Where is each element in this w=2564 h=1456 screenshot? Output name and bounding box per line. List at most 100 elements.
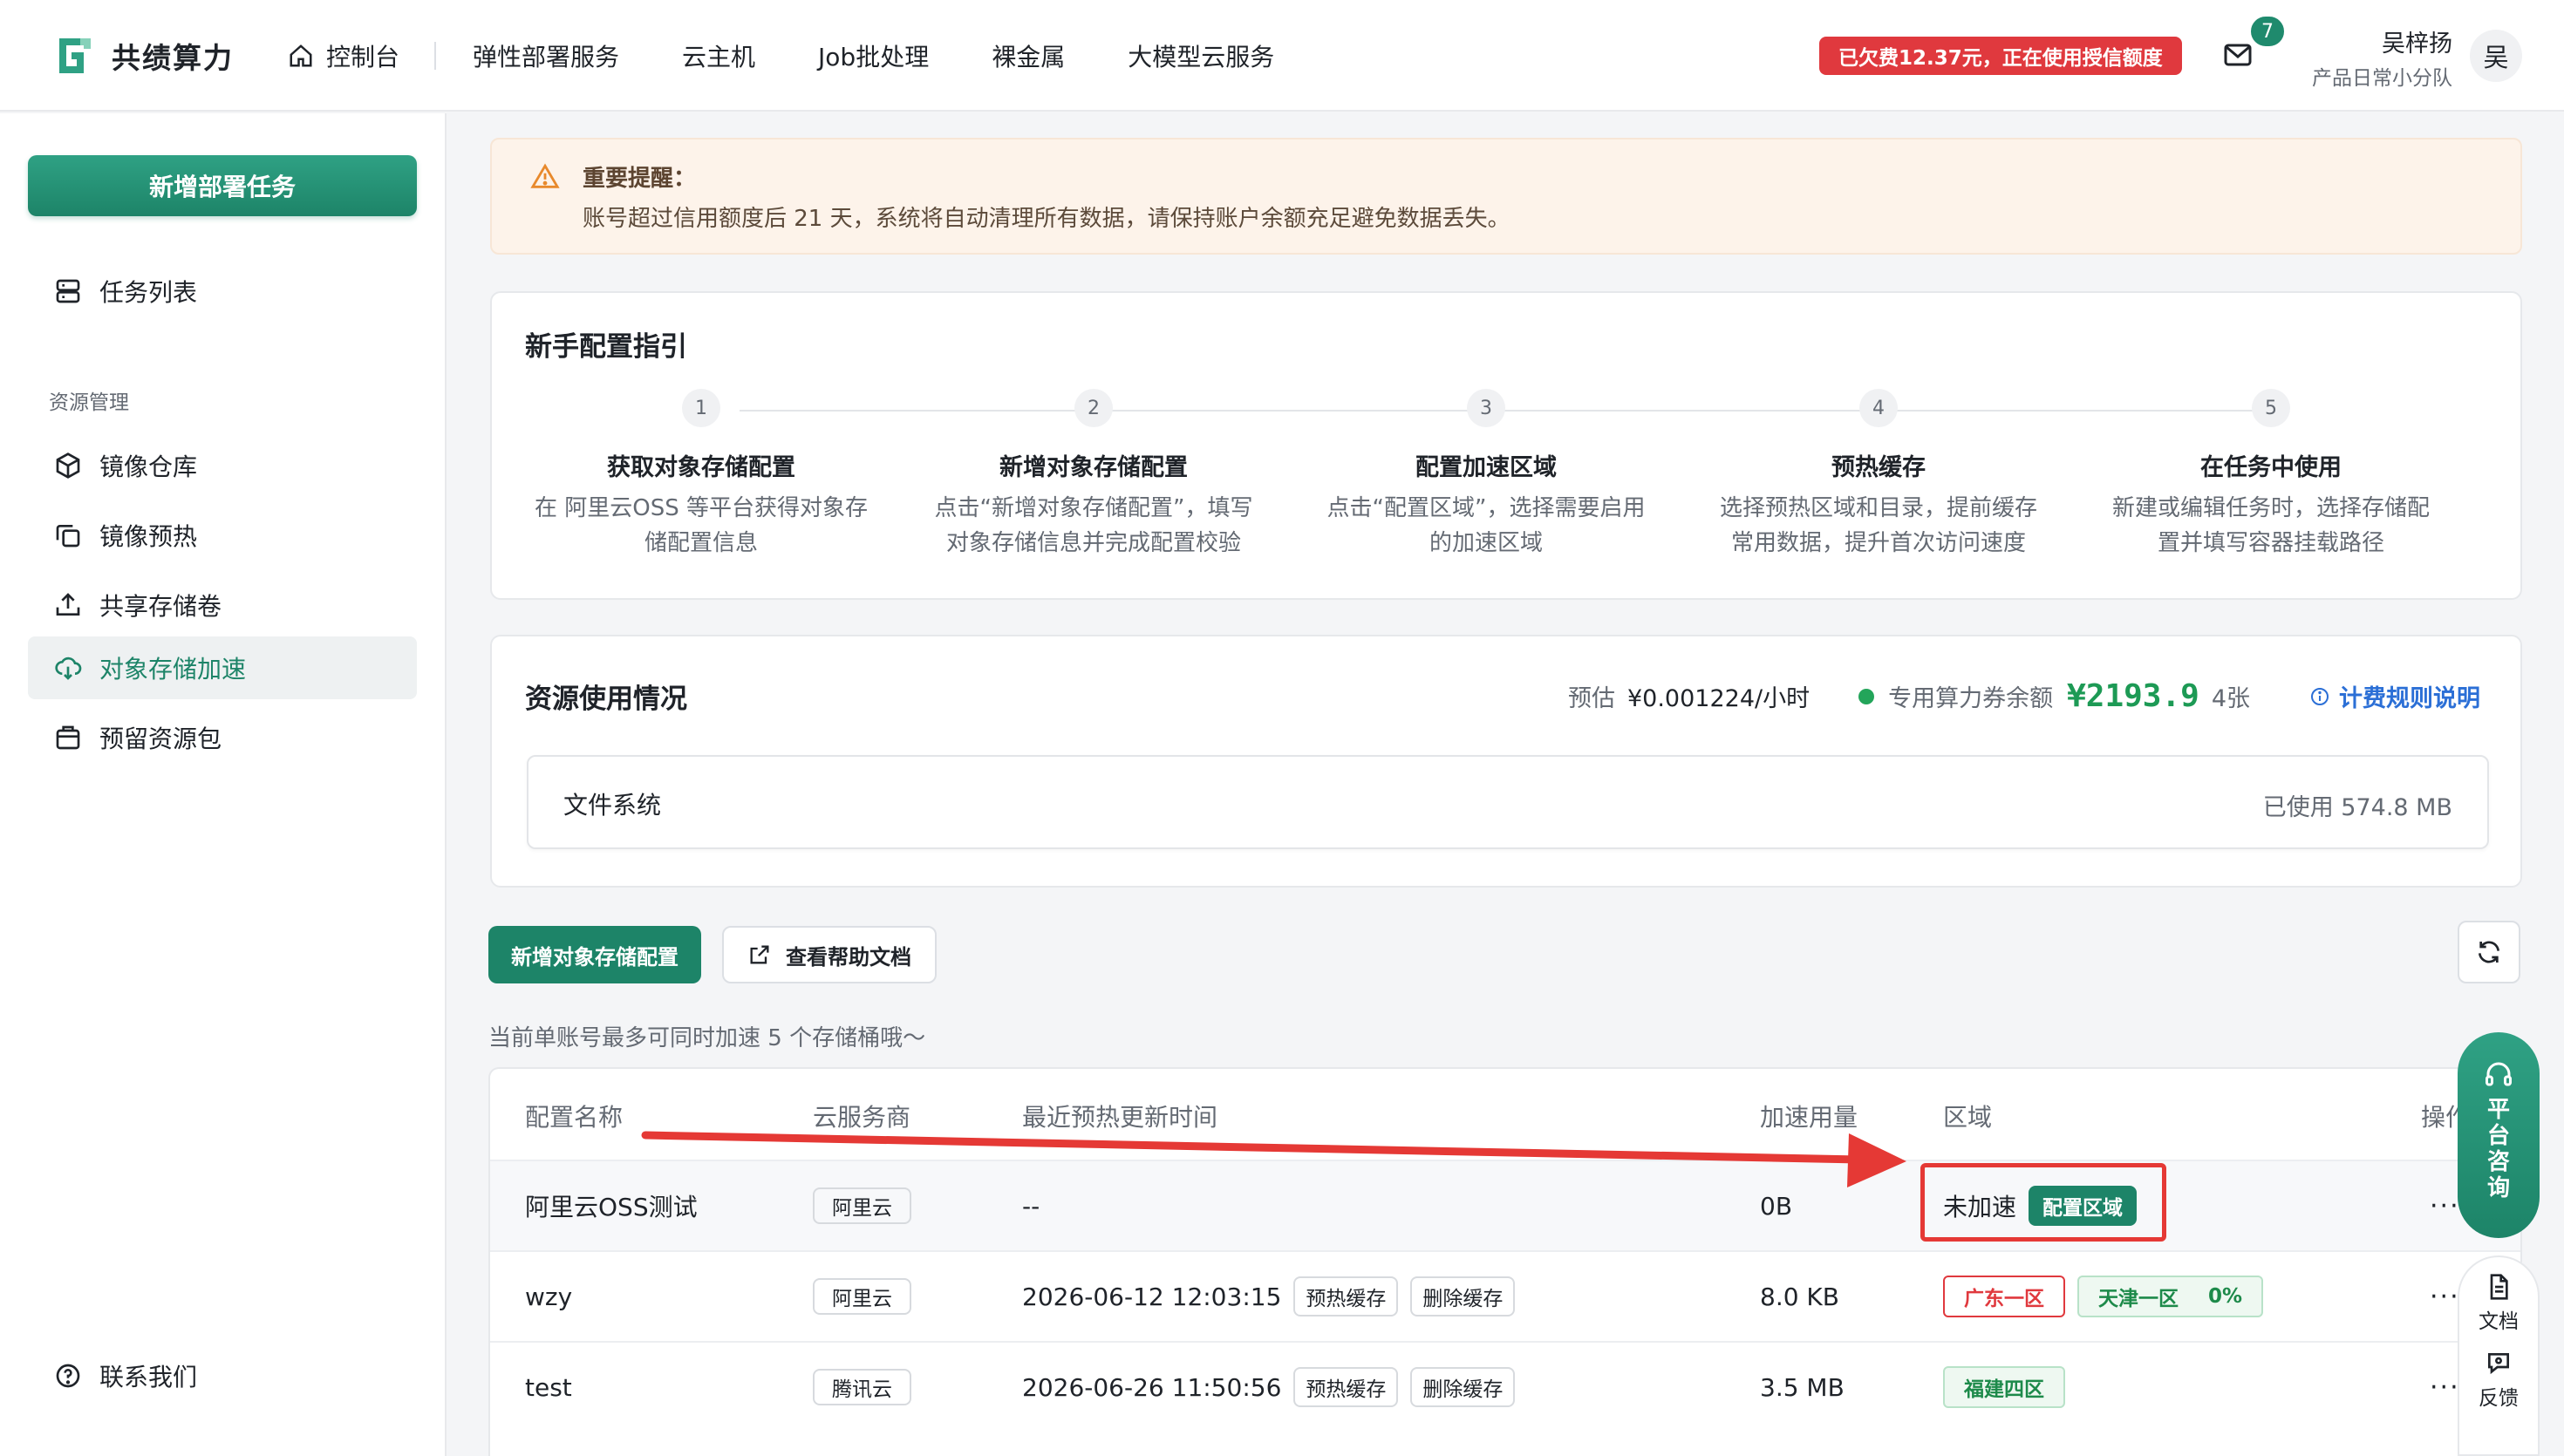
top-bar: 共绩算力 控制台 弹性部署服务 云主机 Job批处理 裸金属 大模型云服务 已欠… — [0, 0, 2564, 112]
help-circle-icon — [56, 1364, 80, 1388]
sidebar-item-image-preheat[interactable]: 镜像预热 — [28, 504, 417, 567]
voucher-count: 4张 — [2211, 685, 2250, 712]
accel-usage: 8.0 KB — [1760, 1282, 1839, 1311]
delete-cache-button[interactable]: 删除缓存 — [1410, 1276, 1516, 1317]
step-number: 3 — [1467, 389, 1505, 427]
sidebar-item-contact[interactable]: 联系我们 — [28, 1344, 417, 1407]
help-doc-button[interactable]: 查看帮助文档 — [722, 926, 937, 983]
sidebar-item-label: 联系我们 — [99, 1363, 198, 1391]
sidebar-item-object-storage[interactable]: 对象存储加速 — [28, 636, 417, 699]
avatar[interactable]: 吴 — [2470, 30, 2522, 82]
row-more-button[interactable]: ··· — [2430, 1252, 2460, 1341]
filesystem-used: 已使用 574.8 MB — [2262, 794, 2452, 821]
step-title: 在任务中使用 — [2200, 454, 2342, 481]
preheat-cache-button[interactable]: 预热缓存 — [1293, 1367, 1399, 1407]
guide-title: 新手配置指引 — [525, 331, 687, 363]
preheat-time: 2026-06-12 12:03:15 — [1022, 1282, 1282, 1311]
resource-usage-card: 资源使用情况 预估 ¥0.001224/小时 专用算力券余额 ¥2193.9 4… — [490, 635, 2522, 888]
refresh-button[interactable] — [2458, 921, 2520, 983]
cloud-download-icon — [55, 657, 82, 680]
doc-button[interactable]: 文档 — [2479, 1273, 2519, 1334]
sidebar-item-label: 任务列表 — [99, 278, 198, 307]
sidebar-item-label: 对象存储加速 — [99, 655, 247, 684]
preheat-time: 2026-06-26 11:50:56 — [1022, 1372, 1282, 1402]
billing-rule-link[interactable]: 计费规则说明 — [2309, 679, 2480, 713]
guide-steps: 1 获取对象存储配置 在 阿里云OSS 等平台获得对象存 储配置信息 2 新增对象… — [509, 389, 2506, 563]
sidebar-item-label: 镜像预热 — [99, 522, 198, 551]
region-tag[interactable]: 广东一区 — [1943, 1276, 2065, 1317]
arrears-badge[interactable]: 已欠费12.37元，正在使用授信额度 — [1819, 37, 2182, 75]
step-title: 新增对象存储配置 — [999, 454, 1188, 481]
step-title: 配置加速区域 — [1415, 454, 1557, 481]
floating-toolbar: 文档 反馈 — [2458, 1255, 2540, 1456]
main-nav: 控制台 弹性部署服务 云主机 Job批处理 裸金属 大模型云服务 — [288, 31, 1337, 80]
logo-icon — [59, 38, 91, 73]
nav-elastic-deploy[interactable]: 弹性部署服务 — [473, 38, 619, 73]
notice-text: 账号超过信用额度后 21 天，系统将自动清理所有数据，请保持账户余额充足避免数据… — [583, 206, 1510, 232]
guide-step: 5 在任务中使用 新建或编辑任务时，选择存储配 置并填写容器挂载路径 — [2079, 389, 2463, 561]
nav-llm-cloud[interactable]: 大模型云服务 — [1128, 38, 1274, 73]
column-header: 区域 — [1943, 1103, 1993, 1132]
feedback-icon — [2488, 1353, 2509, 1375]
preheat-cache-button[interactable]: 预热缓存 — [1293, 1276, 1399, 1317]
step-desc: 点击“新增对象存储配置”，填写 对象存储信息并完成配置校验 — [934, 495, 1253, 556]
sidebar: 新增部署任务 任务列表 资源管理 镜像仓库 镜像预热 共享存储卷 对象存储加速 … — [0, 113, 447, 1456]
user-name[interactable]: 吴梓扬 — [2382, 24, 2452, 58]
feedback-label: 反馈 — [2479, 1387, 2519, 1410]
step-number: 2 — [1074, 389, 1113, 427]
add-object-storage-button[interactable]: 新增对象存储配置 — [488, 926, 701, 983]
region-tag[interactable]: 天津一区 0% — [2077, 1276, 2264, 1317]
row-more-button[interactable]: ··· — [2430, 1343, 2460, 1432]
feedback-button[interactable]: 反馈 — [2479, 1350, 2519, 1411]
annotation-highlight-box — [1920, 1163, 2166, 1242]
voucher-label: 专用算力券余额 — [1888, 685, 2054, 712]
storage-config-table: 配置名称 云服务商 最近预热更新时间 加速用量 区域 操作 阿里云OSS测试 阿… — [488, 1067, 2522, 1456]
estimate-label: 预估 — [1567, 685, 1615, 712]
sidebar-item-task-list[interactable]: 任务列表 — [28, 260, 417, 323]
step-number: 4 — [1859, 389, 1898, 427]
usage-summary: 预估 ¥0.001224/小时 专用算力券余额 ¥2193.9 4张 计费规则说… — [1568, 678, 2480, 714]
upload-tray-icon — [56, 593, 80, 616]
brand-name: 共绩算力 — [112, 41, 234, 75]
nav-divider — [434, 42, 437, 70]
config-name: 阿里云OSS测试 — [525, 1193, 698, 1221]
bucket-limit-hint: 当前单账号最多可同时加速 5 个存储桶哦～ — [488, 1025, 926, 1051]
nav-bare-metal[interactable]: 裸金属 — [992, 38, 1065, 73]
brand-logo[interactable]: 共绩算力 — [54, 35, 234, 77]
nav-console[interactable]: 控制台 — [288, 38, 399, 73]
guide-step: 2 新增对象存储配置 点击“新增对象存储配置”，填写 对象存储信息并完成配置校验 — [902, 389, 1285, 561]
step-desc: 新建或编辑任务时，选择存储配 置并填写容器挂载路径 — [2111, 495, 2430, 556]
delete-cache-button[interactable]: 删除缓存 — [1410, 1367, 1516, 1407]
guide-step: 1 获取对象存储配置 在 阿里云OSS 等平台获得对象存 储配置信息 — [509, 389, 893, 561]
sidebar-item-label: 预留资源包 — [99, 725, 222, 753]
estimate-value: ¥0.001224/小时 — [1626, 685, 1810, 712]
sidebar-item-label: 镜像仓库 — [99, 452, 198, 481]
region-progress: 0% — [2208, 1285, 2243, 1308]
mail-icon[interactable] — [2222, 40, 2254, 70]
sidebar-item-image-repo[interactable]: 镜像仓库 — [28, 434, 417, 497]
platform-consult-button[interactable]: 平 台 咨 询 — [2458, 1032, 2540, 1238]
usage-title: 资源使用情况 — [525, 684, 687, 715]
headset-icon — [2486, 1062, 2512, 1086]
step-title: 获取对象存储配置 — [607, 454, 795, 481]
accel-usage: 0B — [1760, 1191, 1793, 1221]
nav-cloud-host[interactable]: 云主机 — [682, 38, 755, 73]
provider-tag: 阿里云 — [813, 1187, 911, 1224]
sidebar-group-label: 资源管理 — [49, 391, 129, 414]
sidebar-item-reserved-pack[interactable]: 预留资源包 — [28, 706, 417, 769]
help-doc-label: 查看帮助文档 — [786, 944, 911, 970]
sidebar-item-shared-volume[interactable]: 共享存储卷 — [28, 574, 417, 636]
server-list-icon — [56, 279, 80, 303]
row-more-button[interactable]: ··· — [2430, 1161, 2460, 1250]
provider-tag: 阿里云 — [813, 1278, 911, 1315]
warning-icon — [530, 163, 560, 188]
cube-icon — [56, 452, 80, 479]
column-header: 加速用量 — [1760, 1103, 1858, 1132]
nav-job-batch[interactable]: Job批处理 — [818, 38, 929, 73]
home-icon — [290, 44, 312, 67]
region-tag[interactable]: 福建四区 — [1943, 1366, 2065, 1408]
nav-console-label: 控制台 — [326, 43, 400, 71]
add-deploy-task-button[interactable]: 新增部署任务 — [28, 155, 417, 216]
info-icon — [2311, 687, 2329, 705]
step-title: 预热缓存 — [1831, 454, 1926, 481]
